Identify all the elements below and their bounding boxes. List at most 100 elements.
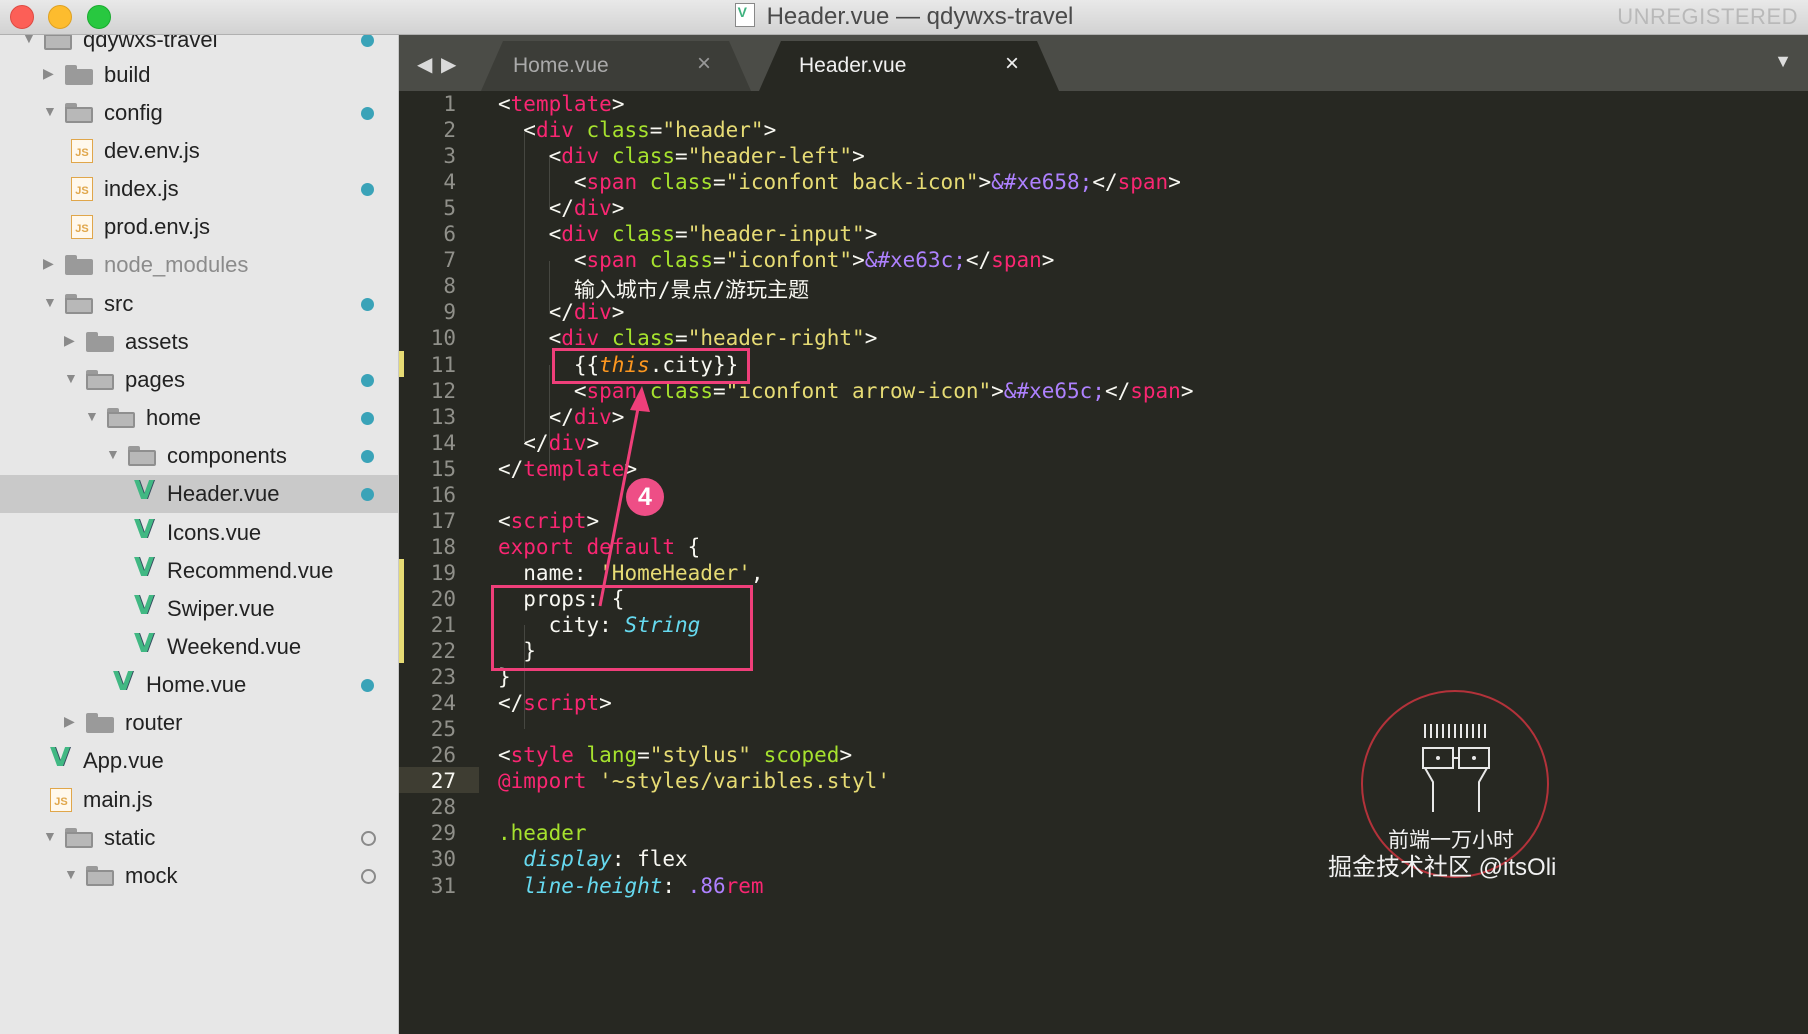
modified-status-dot	[361, 298, 374, 311]
sidebar-item-label: assets	[125, 329, 189, 354]
nav-back-icon[interactable]: ◀	[417, 52, 432, 77]
sidebar-item-icons-vue[interactable]: V Icons.vue	[0, 514, 398, 552]
sidebar-item-label: Recommend.vue	[167, 558, 334, 583]
code-line[interactable]: <script>	[498, 509, 599, 533]
code-line[interactable]: <div class="header-left">	[498, 144, 865, 168]
code-line[interactable]: {{this.city}}	[498, 353, 738, 377]
sidebar-item-label: qdywxs-travel	[83, 35, 218, 52]
sidebar-item-label: build	[104, 62, 151, 87]
sidebar-item-header-vue[interactable]: V Header.vue	[0, 475, 398, 513]
sidebar-item-components[interactable]: ▼ components	[0, 437, 398, 475]
sidebar-item-src[interactable]: ▼ src	[0, 285, 398, 323]
modified-status-dot	[361, 488, 374, 501]
code-line[interactable]: city: String	[498, 613, 701, 637]
code-line[interactable]: props: {	[498, 587, 624, 611]
sidebar-item-index-js[interactable]: JS index.js	[0, 170, 398, 208]
disclosure-expanded-icon[interactable]: ▼	[22, 35, 36, 46]
code-line[interactable]: line-height: .86rem	[498, 874, 763, 898]
sidebar-item-recommend-vue[interactable]: V Recommend.vue	[0, 552, 398, 590]
sidebar-item-home[interactable]: ▼ home	[0, 399, 398, 437]
sidebar-item-label: pages	[125, 367, 185, 392]
disclosure-expanded-icon[interactable]: ▼	[106, 446, 120, 462]
modified-status-dot	[361, 183, 374, 196]
js-file-icon: JS	[71, 139, 93, 163]
sidebar-item-router[interactable]: ▶ router	[0, 704, 398, 742]
line-number: 28	[430, 795, 456, 820]
disclosure-collapsed-icon[interactable]: ▶	[64, 332, 75, 349]
code-line[interactable]: <style lang="stylus" scoped>	[498, 743, 852, 767]
code-line[interactable]: </div>	[498, 196, 625, 220]
code-line[interactable]: <span class="iconfont arrow-icon">&#xe65…	[498, 379, 1194, 403]
code-line[interactable]: .header	[498, 821, 587, 845]
line-number: 27	[430, 769, 456, 794]
nav-forward-icon[interactable]: ▶	[441, 52, 456, 77]
disclosure-expanded-icon[interactable]: ▼	[64, 370, 78, 386]
code-line[interactable]: </div>	[498, 405, 625, 429]
line-number: 5	[443, 196, 456, 221]
sidebar-item-mock[interactable]: ▼ mock	[0, 857, 398, 895]
sidebar-item-swiper-vue[interactable]: V Swiper.vue	[0, 590, 398, 628]
vue-file-icon: V	[113, 667, 134, 697]
line-number: 22	[430, 639, 456, 664]
code-line[interactable]: <div class="header">	[498, 118, 776, 142]
code-line[interactable]: @import '~styles/varibles.styl'	[498, 769, 890, 793]
sidebar-item-label: Header.vue	[167, 481, 280, 506]
line-number: 17	[430, 508, 456, 533]
sidebar-item-static[interactable]: ▼ static	[0, 819, 398, 857]
sidebar-item-label: components	[167, 443, 287, 468]
sidebar-item-pages[interactable]: ▼ pages	[0, 361, 398, 399]
sidebar-item-label: index.js	[104, 176, 179, 201]
code-line[interactable]: export default {	[498, 535, 700, 559]
code-line[interactable]: name: 'HomeHeader',	[498, 561, 763, 585]
disclosure-expanded-icon[interactable]: ▼	[85, 408, 99, 424]
sidebar-item-config[interactable]: ▼ config	[0, 94, 398, 132]
code-line[interactable]: <span class="iconfont">&#xe63c;</span>	[498, 248, 1055, 272]
code-editor[interactable]: 1 <template> 2 <div class="header"> 3 <div …	[399, 91, 1808, 1034]
sidebar-item-label: config	[104, 100, 163, 125]
code-line[interactable]: <div class="header-right">	[498, 326, 878, 350]
sidebar-item-node-modules[interactable]: ▶ node_modules	[0, 246, 398, 284]
sidebar-item-label: main.js	[83, 787, 153, 812]
disclosure-collapsed-icon[interactable]: ▶	[43, 255, 54, 272]
vue-file-icon: V	[134, 629, 155, 659]
sidebar-item-prod-env-js[interactable]: JS prod.env.js	[0, 208, 398, 246]
line-number: 24	[430, 691, 456, 716]
sidebar-item-dev-env-js[interactable]: JS dev.env.js	[0, 132, 398, 170]
code-line[interactable]: <template>	[498, 92, 624, 116]
line-number: 6	[443, 222, 456, 247]
sidebar-item-main-js[interactable]: JS main.js	[0, 781, 398, 819]
tab-header-vue[interactable]: Header.vue ×	[759, 41, 1059, 91]
code-line[interactable]: <span class="iconfont back-icon">&#xe658…	[498, 170, 1181, 194]
tab-close-icon[interactable]: ×	[1005, 50, 1019, 78]
disclosure-collapsed-icon[interactable]: ▶	[64, 713, 75, 730]
sidebar-item-label: App.vue	[83, 748, 164, 773]
code-line[interactable]: }	[498, 665, 511, 689]
code-line[interactable]: </div>	[498, 300, 625, 324]
disclosure-expanded-icon[interactable]: ▼	[43, 103, 57, 119]
line-number: 7	[443, 248, 456, 273]
tab-home-vue[interactable]: Home.vue ×	[481, 41, 751, 91]
sidebar-item-build[interactable]: ▶ build	[0, 56, 398, 94]
disclosure-collapsed-icon[interactable]: ▶	[43, 65, 54, 82]
code-line[interactable]: }	[498, 639, 536, 663]
sidebar-item-label: mock	[125, 863, 178, 888]
folder-icon	[65, 65, 93, 85]
disclosure-expanded-icon[interactable]: ▼	[43, 828, 57, 844]
line-number: 23	[430, 665, 456, 690]
sidebar-item-app-vue[interactable]: V App.vue	[0, 742, 398, 780]
sidebar-item-weekend-vue[interactable]: V Weekend.vue	[0, 628, 398, 666]
code-line[interactable]: display: flex	[498, 847, 687, 871]
disclosure-expanded-icon[interactable]: ▼	[43, 294, 57, 310]
disclosure-expanded-icon[interactable]: ▼	[64, 866, 78, 882]
code-line[interactable]: </script>	[498, 691, 612, 715]
code-line[interactable]: </template>	[498, 457, 637, 481]
indent-guide	[549, 157, 550, 209]
modified-status-dot	[361, 412, 374, 425]
tab-list-dropdown-icon[interactable]: ▼	[1774, 51, 1792, 72]
sidebar-item-home-vue[interactable]: V Home.vue	[0, 666, 398, 704]
folder-icon	[65, 828, 93, 848]
tab-close-icon[interactable]: ×	[697, 50, 711, 78]
code-line[interactable]: <div class="header-input">	[498, 222, 878, 246]
unregistered-label: UNREGISTERED	[1617, 4, 1798, 29]
sidebar-item-assets[interactable]: ▶ assets	[0, 323, 398, 361]
